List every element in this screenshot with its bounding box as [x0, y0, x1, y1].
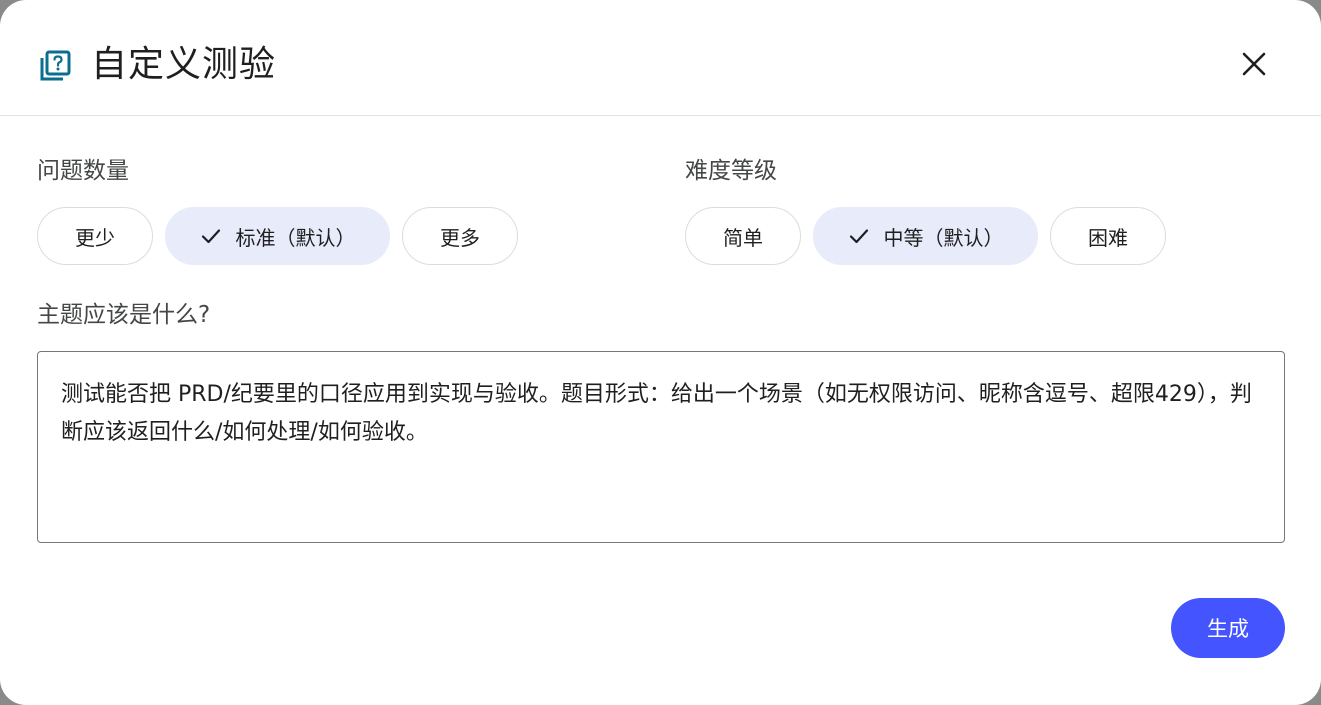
question-count-standard-chip[interactable]: 标准（默认）	[165, 207, 390, 265]
question-count-more-chip[interactable]: 更多	[402, 207, 518, 265]
check-icon	[848, 225, 870, 247]
generate-button[interactable]: 生成	[1171, 598, 1285, 658]
difficulty-hard-chip[interactable]: 困难	[1050, 207, 1166, 265]
chip-label: 中等（默认）	[883, 225, 1004, 250]
close-button[interactable]	[1232, 44, 1276, 88]
difficulty-easy-chip[interactable]: 简单	[685, 207, 801, 265]
chip-label: 更多	[440, 225, 480, 250]
dialog-title: 自定义测验	[91, 44, 277, 85]
difficulty-label: 难度等级	[685, 158, 777, 184]
difficulty-medium-chip[interactable]: 中等（默认）	[813, 207, 1038, 265]
chip-label: 更少	[75, 225, 115, 250]
chip-label: 标准（默认）	[235, 225, 356, 250]
close-icon	[1242, 52, 1266, 80]
topic-label: 主题应该是什么?	[37, 302, 211, 328]
chip-label: 简单	[723, 225, 763, 250]
quiz-icon	[38, 49, 72, 83]
customize-quiz-dialog: 自定义测验 问题数量 更少 标准（默认） 更多 难度等级 简单 中等（默认） 困…	[0, 0, 1321, 705]
topic-input[interactable]: 测试能否把 PRD/纪要里的口径应用到实现与验收。题目形式：给出一个场景（如无权…	[37, 351, 1285, 543]
question-count-label: 问题数量	[37, 158, 129, 184]
dialog-header: 自定义测验	[0, 0, 1321, 116]
check-icon	[200, 225, 222, 247]
question-count-fewer-chip[interactable]: 更少	[37, 207, 153, 265]
chip-label: 困难	[1088, 225, 1128, 250]
